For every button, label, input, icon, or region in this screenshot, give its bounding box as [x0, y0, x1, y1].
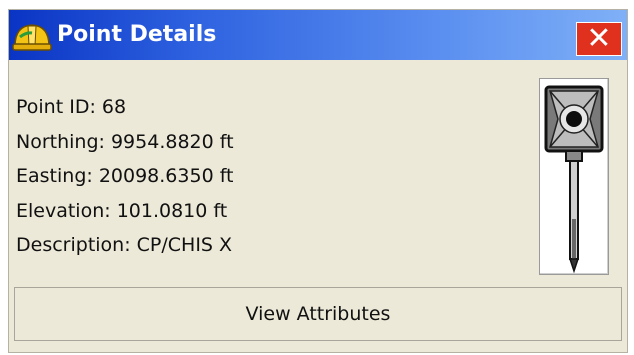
- title-bar[interactable]: Point Details ✕: [9, 10, 627, 60]
- description-text: Description: CP/CHIS X: [16, 234, 233, 256]
- prism-pole-icon: [544, 85, 604, 274]
- elevation-text: Elevation: 101.0810 ft: [16, 199, 228, 222]
- point-details-list: Point ID: 68 Northing: 9954.8820 ft East…: [16, 90, 526, 263]
- close-icon: ✕: [586, 21, 612, 56]
- instrument-image: [539, 78, 609, 275]
- window-title: Point Details: [57, 22, 217, 47]
- view-attributes-button[interactable]: View Attributes: [14, 287, 622, 341]
- close-button[interactable]: ✕: [576, 22, 622, 56]
- easting-text: Easting: 20098.6350 ft: [16, 165, 234, 187]
- point-details-dialog: Point Details ✕ Point ID: 68 Northing: 9…: [8, 9, 628, 353]
- northing-text: Northing: 9954.8820 ft: [16, 130, 234, 153]
- hardhat-icon: [12, 24, 52, 51]
- point-id-text: Point ID: 68: [16, 96, 127, 118]
